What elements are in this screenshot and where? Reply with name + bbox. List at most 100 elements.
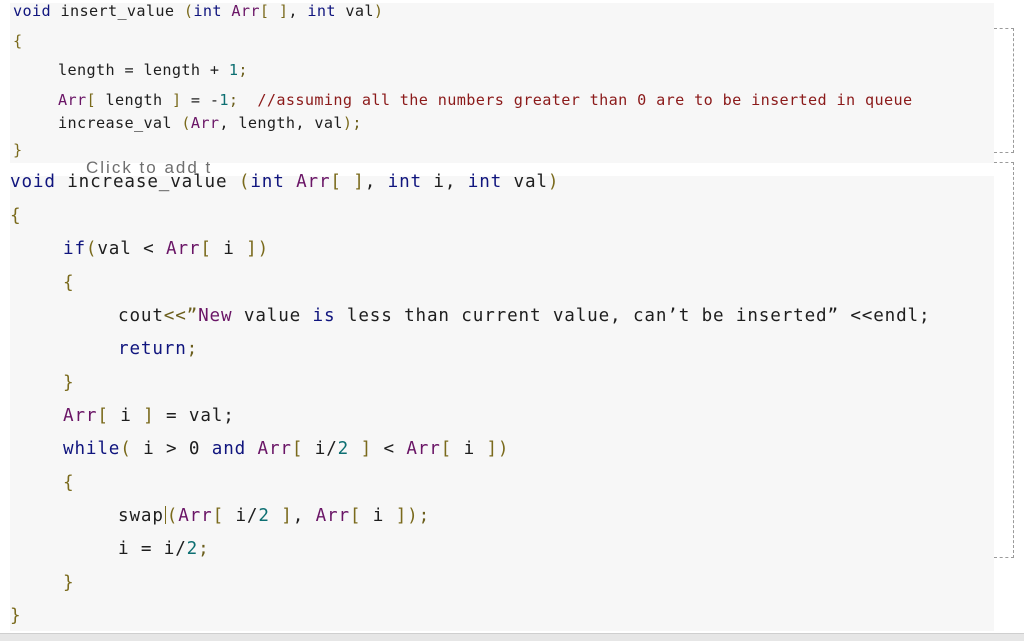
identifier: Arr	[315, 506, 350, 526]
identifier: Arr	[406, 439, 441, 459]
keyword: int	[250, 172, 285, 192]
code-line-if: if(val < Arr[ i ])	[63, 239, 269, 259]
bracket: [	[97, 406, 109, 426]
paren: )	[342, 114, 353, 132]
identifier: i/	[303, 439, 338, 459]
paren: )	[547, 172, 560, 192]
semicolon: ;	[228, 91, 258, 109]
code-line-cout: cout<<”New value is less than current va…	[118, 306, 930, 326]
bracket: ]	[349, 439, 373, 459]
keyword: if	[63, 239, 86, 259]
code-line-signature: void insert_value (int Arr[ ], int val)	[13, 2, 383, 20]
keyword: int	[307, 2, 336, 20]
keyword: int	[467, 172, 503, 192]
string: less than current value, can’t be insert…	[335, 306, 931, 326]
code-block-insert-value	[10, 3, 994, 163]
number: 1	[228, 61, 239, 79]
code-line-halve: i = i/2;	[118, 539, 210, 559]
identifier: Arr	[58, 91, 87, 109]
statement: length = length +	[58, 61, 229, 79]
string: value	[232, 306, 313, 326]
string: is	[312, 306, 336, 326]
keyword: return	[118, 339, 187, 359]
brackets: [ ]	[330, 172, 365, 192]
code-line-signature: void increase_value (int Arr[ ], int i, …	[10, 172, 559, 192]
identifier: i	[211, 239, 247, 259]
statement: i = i/	[118, 539, 187, 559]
identifier: i	[452, 439, 487, 459]
paren: )	[407, 506, 419, 526]
paren: (	[166, 506, 179, 526]
brackets: [ ]	[259, 2, 289, 20]
identifier: Arr	[221, 2, 260, 20]
semicolon: ;	[186, 339, 199, 359]
keyword: and	[211, 439, 247, 459]
punct: ,	[364, 172, 388, 192]
semicolon: ;	[198, 539, 210, 559]
paren: (	[120, 439, 132, 459]
identifier: i	[108, 406, 144, 426]
punct: ,	[288, 2, 308, 20]
bracket: ]	[486, 439, 498, 459]
keyword: int	[193, 2, 222, 20]
bracket: [	[212, 506, 225, 526]
code-line-length: length = length + 1;	[58, 61, 248, 79]
number: 2	[186, 539, 199, 559]
function-name: increase_value	[55, 172, 239, 192]
bracket: [	[86, 91, 96, 109]
identifier: Arr	[246, 439, 292, 459]
condition: val <	[97, 239, 166, 259]
operator: = -	[181, 91, 220, 109]
close-brace: }	[13, 141, 23, 159]
comment: //assuming all the numbers greater than …	[257, 91, 913, 109]
function-call: swap	[118, 506, 164, 526]
operator: <	[372, 439, 407, 459]
keyword: void	[10, 172, 56, 192]
identifier: Arr	[190, 114, 220, 132]
identifier: Arr	[178, 506, 213, 526]
code-line-assign: Arr[ i ] = val;	[63, 406, 235, 426]
keyword: int	[387, 172, 422, 192]
function-call: increase_val	[58, 114, 182, 132]
identifier: i/	[224, 506, 259, 526]
paren: (	[181, 114, 191, 132]
close-brace: }	[10, 606, 22, 626]
identifier: val	[335, 2, 374, 20]
semicolon: ;	[238, 61, 248, 79]
bracket: [	[349, 506, 362, 526]
paren: (	[238, 172, 251, 192]
bracket: ]	[143, 406, 155, 426]
close-brace: }	[63, 573, 75, 593]
keyword: while	[63, 439, 121, 459]
identifier: Arr	[166, 239, 201, 259]
identifier: length	[95, 91, 172, 109]
bracket: [	[200, 239, 212, 259]
identifier: i	[361, 506, 396, 526]
paren: (	[183, 2, 194, 20]
args: , length, val	[219, 114, 343, 132]
paren: )	[257, 239, 270, 259]
identifier: val	[502, 172, 548, 192]
bracket: [	[291, 439, 304, 459]
identifier: i,	[421, 172, 468, 192]
statement: = val;	[154, 406, 235, 426]
bracket: ]	[395, 506, 408, 526]
code-line-swap: swap (Arr[ i/2 ], Arr[ i ]);	[118, 506, 430, 526]
open-brace: {	[63, 473, 75, 493]
number: 1	[219, 91, 229, 109]
paren: (	[85, 239, 98, 259]
number: 2	[258, 506, 270, 526]
string: New	[198, 306, 233, 326]
bracket: [	[440, 439, 453, 459]
condition: i > 0	[131, 439, 212, 459]
paren: )	[497, 439, 510, 459]
close-brace: }	[63, 373, 75, 393]
identifier: Arr	[63, 406, 98, 426]
punct: ,	[292, 506, 316, 526]
bracket: ]	[171, 91, 182, 109]
text-cursor	[164, 506, 166, 524]
semicolon: ;	[352, 114, 362, 132]
bracket: ]	[269, 506, 293, 526]
code-line-return: return;	[118, 339, 198, 359]
selection-frame	[994, 28, 1014, 153]
